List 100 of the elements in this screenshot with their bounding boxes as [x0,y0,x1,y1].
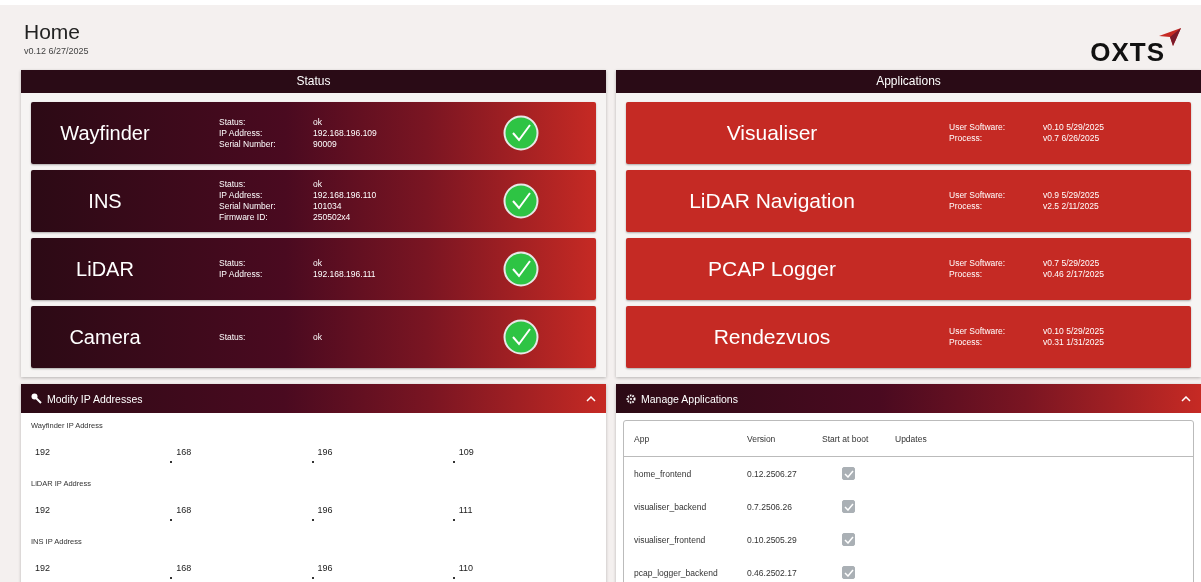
device-name: INS [87,189,123,213]
chevron-icon[interactable] [586,395,596,402]
field-value: 192.168.196.110 [313,190,378,201]
octet-field[interactable]: 168 [172,433,297,457]
field-value: v0.10 5/29/2025 [1043,326,1105,337]
octet-field[interactable]: 192 [31,491,155,515]
field-label: IP Address: [219,127,264,139]
octet-field[interactable]: 192 [31,549,155,573]
checkbox[interactable] [842,500,855,513]
octet-field[interactable]: 110 [454,549,579,573]
field-label: IP Address: [219,190,264,201]
table-cell-text: visualiser_backend [634,501,708,512]
column-header: Updates [895,433,927,444]
field-label: Serial Number: [219,138,277,150]
octet-field[interactable]: 109 [454,433,579,457]
column-header: Start at boot [822,433,870,444]
device-name: Camera [68,325,142,349]
field-value: v0.31 1/31/2025 [1043,337,1105,348]
dot-separator-icon [311,461,314,463]
octet-field[interactable]: 192 [31,433,155,457]
checkbox[interactable] [842,467,855,480]
field-value: ok [313,116,323,128]
dot-separator-icon [311,577,314,579]
application-card[interactable]: LiDAR Navigation User Software: v0.9 5/29/2025 Process: v2.5 2/11/2025 [626,170,1191,232]
field-value: 101034 [313,201,343,212]
field-value: v0.46 2/17/2025 [1043,269,1105,280]
field-value: ok [313,331,323,343]
dot-separator-icon [311,519,314,521]
checkbox[interactable] [842,533,855,546]
octet-field[interactable]: 196 [313,549,438,573]
field-value: 192.168.196.111 [313,269,377,280]
field-label: Status: [219,179,247,190]
field-value: v0.9 5/29/2025 [1043,190,1101,201]
field-value: v0.7 5/29/2025 [1043,258,1101,269]
table-cell-text: 0.7.2506.26 [747,501,793,512]
table-cell-text: pcap_logger_backend [634,567,719,578]
field-label: IP Address: [219,269,264,280]
field-label: Status: [219,331,247,343]
gear-icon [626,393,636,404]
field-value: ok [313,258,323,269]
octet-field[interactable]: 196 [313,433,438,457]
field-label: Process: [949,337,984,348]
application-name: Rendezvuos [712,325,832,349]
table-cell-text: 0.10.2505.29 [747,534,798,545]
dot-separator-icon [170,461,173,463]
checkbox[interactable] [842,566,855,579]
table-cell-text: home_frontend [634,468,693,479]
octet-field[interactable]: 111 [454,491,579,515]
device-name: LiDAR [75,257,135,281]
panel-title: Modify IP Addresses [47,392,143,405]
field-label: Firmware ID: [219,212,269,223]
application-name: Visualiser [725,121,819,145]
chevron-icon[interactable] [1181,395,1191,402]
octet-field[interactable]: 196 [313,491,438,515]
device-card[interactable]: Camera Status: ok [31,306,596,368]
device-card[interactable]: Wayfinder Status: ok IP Address: 192.168.196.109 Serial Number: 90009 [31,102,596,164]
device-name: Wayfinder [59,121,151,145]
device-card[interactable]: LiDAR Status: ok IP Address: 192.168.196.111 [31,238,596,300]
field-label: User Software: [949,122,1007,133]
field-value: v0.7 6/26/2025 [1043,133,1101,144]
field-label: User Software: [949,326,1007,337]
page-title: Home [24,20,82,44]
panel-header: Applications [616,70,1201,93]
device-card[interactable]: INS Status: ok IP Address: 192.168.196.110 Serial Number: 101034 Firmware ID: 250502x4 [31,170,596,232]
field-value: v2.5 2/11/2025 [1043,201,1100,212]
application-name: PCAP Logger [707,257,837,281]
table-cell-text: visualiser_frontend [634,534,707,545]
field-label: Process: [949,201,984,212]
octet-field[interactable]: 168 [172,491,297,515]
table-cell-text: 0.46.2502.17 [747,567,798,578]
field-value: 90009 [313,138,338,150]
version-text: v0.12 6/27/2025 [24,46,89,56]
dot-separator-icon [170,577,173,579]
column-header: Version [747,433,777,444]
panel-header: Status [21,70,606,93]
application-card[interactable]: Visualiser User Software: v0.10 5/29/2025 Process: v0.7 6/26/2025 [626,102,1191,164]
application-card[interactable]: PCAP Logger User Software: v0.7 5/29/2025 Process: v0.46 2/17/2025 [626,238,1191,300]
application-card[interactable]: Rendezvuos User Software: v0.10 5/29/2025 Process: v0.31 1/31/2025 [626,306,1191,368]
field-label: User Software: [949,190,1007,201]
column-header: App [634,433,651,444]
field-label: Process: [949,269,984,280]
wrench-icon [31,393,42,404]
table-cell-text: 0.12.2506.27 [747,468,798,479]
field-label: Status: [219,258,247,269]
panel-title: Manage Applications [641,392,738,405]
field-label: User Software: [949,258,1007,269]
dot-separator-icon [452,461,455,463]
application-name: LiDAR Navigation [688,189,856,213]
field-label: Process: [949,133,984,144]
octet-field[interactable]: 168 [172,549,297,573]
panel-header[interactable]: Manage Applications [616,384,1201,413]
dot-separator-icon [452,519,455,521]
logo-text: OXTS [1090,37,1165,68]
field-value: 250502x4 [313,212,352,223]
panel-header[interactable]: Modify IP Addresses [21,384,606,413]
field-label: Status: [219,116,247,128]
dot-separator-icon [170,519,173,521]
field-value: v0.10 5/29/2025 [1043,122,1105,133]
dot-separator-icon [452,577,455,579]
field-label: Serial Number: [219,201,277,212]
